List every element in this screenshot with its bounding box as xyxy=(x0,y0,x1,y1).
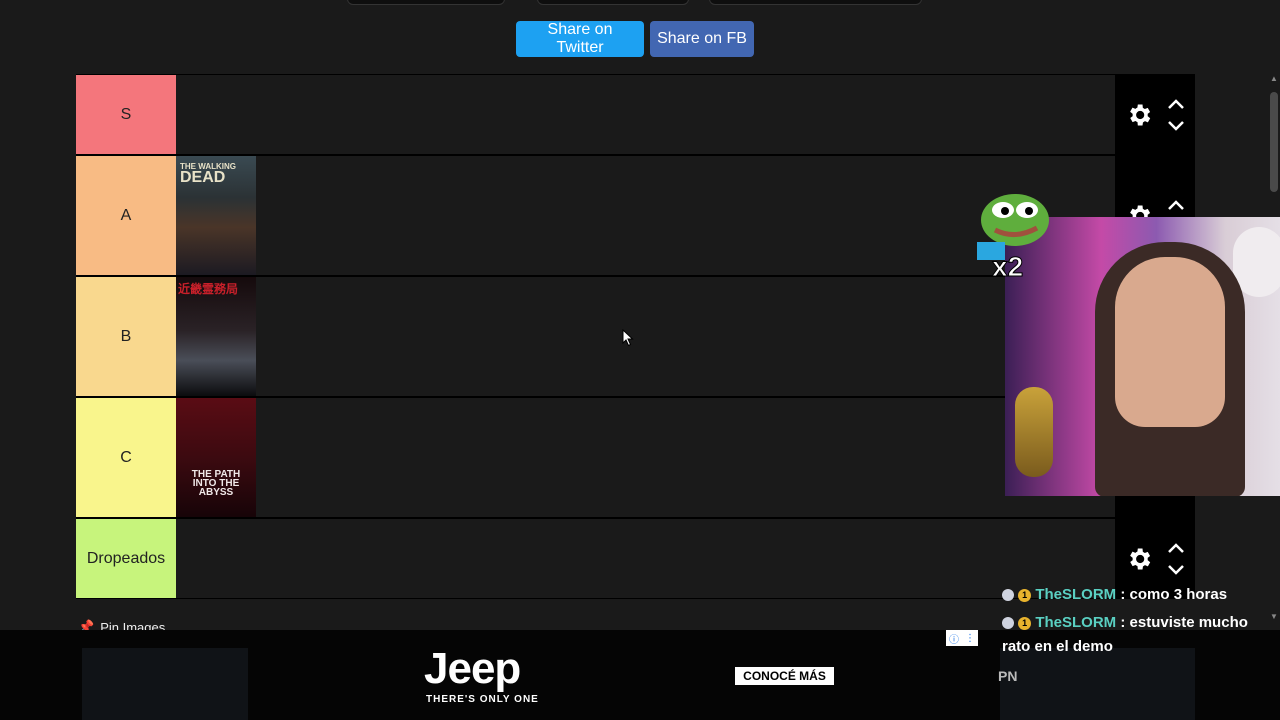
tier-label-c[interactable]: C xyxy=(76,398,176,517)
chevron-up-icon[interactable] xyxy=(1167,199,1185,211)
top-control-1[interactable] xyxy=(347,0,505,5)
gear-icon[interactable] xyxy=(1125,545,1153,573)
stream-chat: 1 TheSLORM : como 3 horas 1 TheSLORM : e… xyxy=(1002,583,1272,663)
ad-cta-button[interactable]: CONOCÉ MÁS xyxy=(735,667,834,685)
chat-username: TheSLORM xyxy=(1035,614,1117,631)
scrollbar-down-arrow-icon[interactable]: ▼ xyxy=(1270,612,1278,621)
chat-badge-icon xyxy=(1002,617,1014,630)
tier-items-s[interactable] xyxy=(176,75,1115,154)
emote-multiplier: x2 xyxy=(992,251,1023,280)
pepe-emote-icon: x2 xyxy=(977,194,1049,280)
tier-items-c[interactable]: THE PATH INTO THE ABYSS xyxy=(176,398,1115,517)
share-twitter-button[interactable]: Share on Twitter xyxy=(516,21,644,57)
game-cover-walking-dead[interactable]: THE WALKING DEAD xyxy=(176,156,256,275)
tier-items-b[interactable]: 近畿霊務局 xyxy=(176,277,1115,396)
chat-text: : como 3 horas xyxy=(1120,586,1228,603)
microphone xyxy=(1015,387,1053,477)
top-partial-controls xyxy=(0,0,1280,5)
tier-controls-s xyxy=(1115,75,1195,154)
game-cover-path-abyss[interactable]: THE PATH INTO THE ABYSS xyxy=(176,398,256,517)
chevron-down-icon[interactable] xyxy=(1167,564,1185,576)
streamer-face xyxy=(1115,257,1225,427)
share-facebook-button[interactable]: Share on FB xyxy=(650,21,754,57)
chat-sub-badge-icon: 1 xyxy=(1018,588,1032,602)
tier-label-b[interactable]: B xyxy=(76,277,176,396)
cursor-icon xyxy=(622,329,634,347)
tier-label-dropeados[interactable]: Dropeados xyxy=(76,519,176,598)
cover-title-jp: 近畿霊務局 xyxy=(178,282,239,296)
tier-label-a[interactable]: A xyxy=(76,156,176,275)
chat-message: 1 TheSLORM : como 3 horas xyxy=(1002,583,1272,607)
ad-info-badge[interactable]: ⓘ ⋮ xyxy=(946,630,978,646)
game-cover-kinki[interactable]: 近畿霊務局 xyxy=(176,277,256,396)
chat-message: 1 TheSLORM : estuviste mucho rato en el … xyxy=(1002,611,1272,659)
jeep-logo: Jeep xyxy=(424,644,521,693)
cover-title-abyss: THE PATH INTO THE ABYSS xyxy=(191,469,241,498)
chat-username: TheSLORM xyxy=(1035,586,1117,603)
top-control-3[interactable] xyxy=(709,0,922,5)
cover-title-large: DEAD xyxy=(180,169,226,186)
gear-icon[interactable] xyxy=(1125,101,1153,129)
tier-label-s[interactable]: S xyxy=(76,75,176,154)
tier-items-dropeados[interactable] xyxy=(176,519,1115,598)
ad-menu-icon[interactable]: ⋮ xyxy=(965,633,975,644)
ad-info-icon[interactable]: ⓘ xyxy=(949,631,959,646)
tier-row-s: S xyxy=(76,74,1195,155)
top-control-2[interactable] xyxy=(537,0,689,5)
chevron-up-icon[interactable] xyxy=(1167,542,1185,554)
chat-badge-icon xyxy=(1002,589,1014,602)
page-scrollbar-thumb[interactable] xyxy=(1270,92,1278,192)
chevron-down-icon[interactable] xyxy=(1167,120,1185,132)
jeep-tagline: THERE'S ONLY ONE xyxy=(426,694,539,705)
tier-items-a[interactable]: THE WALKING DEAD xyxy=(176,156,1115,275)
chat-sub-badge-icon: 1 xyxy=(1018,616,1032,630)
scrollbar-up-arrow-icon[interactable]: ▲ xyxy=(1270,74,1278,83)
ad-thumb-left xyxy=(82,648,248,720)
chevron-up-icon[interactable] xyxy=(1167,98,1185,110)
ad-right-text: PN xyxy=(998,668,1018,684)
